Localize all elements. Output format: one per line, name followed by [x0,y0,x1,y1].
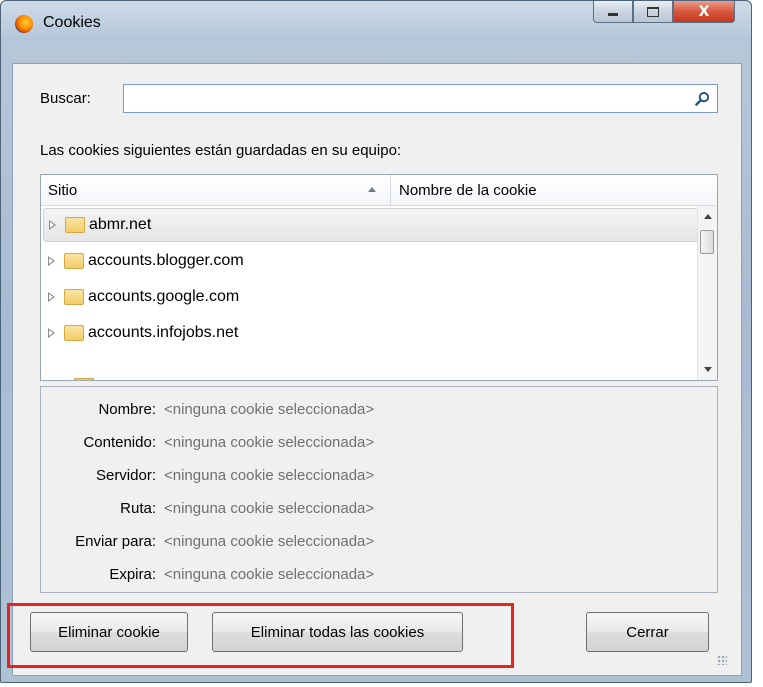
tree-row[interactable]: accounts.google.com [43,280,699,314]
detail-label: Enviar para: [75,533,156,550]
expand-arrow-icon[interactable] [49,220,56,230]
search-input[interactable] [128,86,692,113]
minimize-icon [608,13,618,16]
detail-row-name: Nombre: <ninguna cookie seleccionada> [41,401,719,423]
minimize-button[interactable] [593,1,633,23]
tree-row[interactable]: accounts.infojobs.net [43,316,699,350]
detail-label: Expira: [109,566,156,583]
tree-scrollbar[interactable] [697,206,717,380]
search-field[interactable] [123,84,718,113]
detail-row-content: Contenido: <ninguna cookie seleccionada> [41,434,719,456]
folder-icon [64,253,84,269]
column-header-site[interactable]: Sitio [41,175,391,205]
maximize-button[interactable] [633,1,673,23]
dialog-body: Buscar: Las cookies siguientes están gua… [12,63,742,676]
detail-value: <ninguna cookie seleccionada> [164,533,375,550]
close-button[interactable]: Cerrar [586,612,709,652]
search-label-text: Buscar: [40,90,91,107]
column-cookie-name-label: Nombre de la cookie [399,182,537,199]
tree-header: Sitio Nombre de la cookie [41,175,717,206]
highlight-box [7,603,514,668]
detail-row-send-for: Enviar para: <ninguna cookie seleccionad… [41,533,719,555]
detail-row-path: Ruta: <ninguna cookie seleccionada> [41,500,719,522]
scroll-down-icon[interactable] [704,367,712,372]
close-window-button[interactable]: X [673,1,735,23]
tree-row[interactable]: accounts.blogger.com [43,244,699,278]
folder-icon [64,289,84,305]
detail-label: Servidor: [95,467,156,484]
tree-row-label: accounts.google.com [88,288,240,305]
firefox-icon [15,15,33,33]
cookie-tree[interactable]: Sitio Nombre de la cookie abmr.net accou… [40,174,718,381]
sort-ascending-icon [368,187,376,192]
detail-label: Nombre: [98,401,156,418]
tree-row-label: accounts.blogger.com [88,252,244,269]
detail-value: <ninguna cookie seleccionada> [164,467,375,484]
detail-value: <ninguna cookie seleccionada> [164,434,375,451]
column-site-label: Sitio [48,182,78,199]
maximize-icon [647,6,659,17]
detail-label: Ruta: [120,500,156,517]
search-icon[interactable] [695,91,710,106]
folder-icon [74,378,94,380]
tree-row[interactable]: abmr.net [43,208,699,242]
cookies-window: Cookies X Buscar: Las cookies siguientes… [0,0,752,683]
scroll-up-icon[interactable] [704,214,712,219]
folder-icon [65,217,85,233]
detail-value: <ninguna cookie seleccionada> [164,566,375,583]
title-bar[interactable]: Cookies X [1,1,751,41]
tree-row-label: abmr.net [89,216,152,233]
search-label: Buscar: [40,90,91,107]
detail-value: <ninguna cookie seleccionada> [164,401,375,418]
cookies-info-text: Las cookies siguientes están guardadas e… [40,142,402,159]
cookie-details-panel: Nombre: <ninguna cookie seleccionada> Co… [40,386,718,593]
close-icon: X [698,3,710,20]
detail-row-server: Servidor: <ninguna cookie seleccionada> [41,467,719,489]
tree-row-label: accounts.infojobs.net [88,324,239,341]
detail-row-expires: Expira: <ninguna cookie seleccionada> [41,566,719,588]
expand-arrow-icon[interactable] [48,328,55,338]
folder-icon [64,325,84,341]
scroll-thumb[interactable] [700,230,714,254]
tree-rows: abmr.net accounts.blogger.com accounts.g… [41,206,699,380]
detail-label: Contenido: [83,434,156,451]
expand-arrow-icon[interactable] [48,292,55,302]
expand-arrow-icon[interactable] [48,256,55,266]
window-controls: X [593,1,735,23]
detail-value: <ninguna cookie seleccionada> [164,500,375,517]
resize-grip-icon[interactable] [717,655,727,665]
window-title: Cookies [43,14,101,31]
